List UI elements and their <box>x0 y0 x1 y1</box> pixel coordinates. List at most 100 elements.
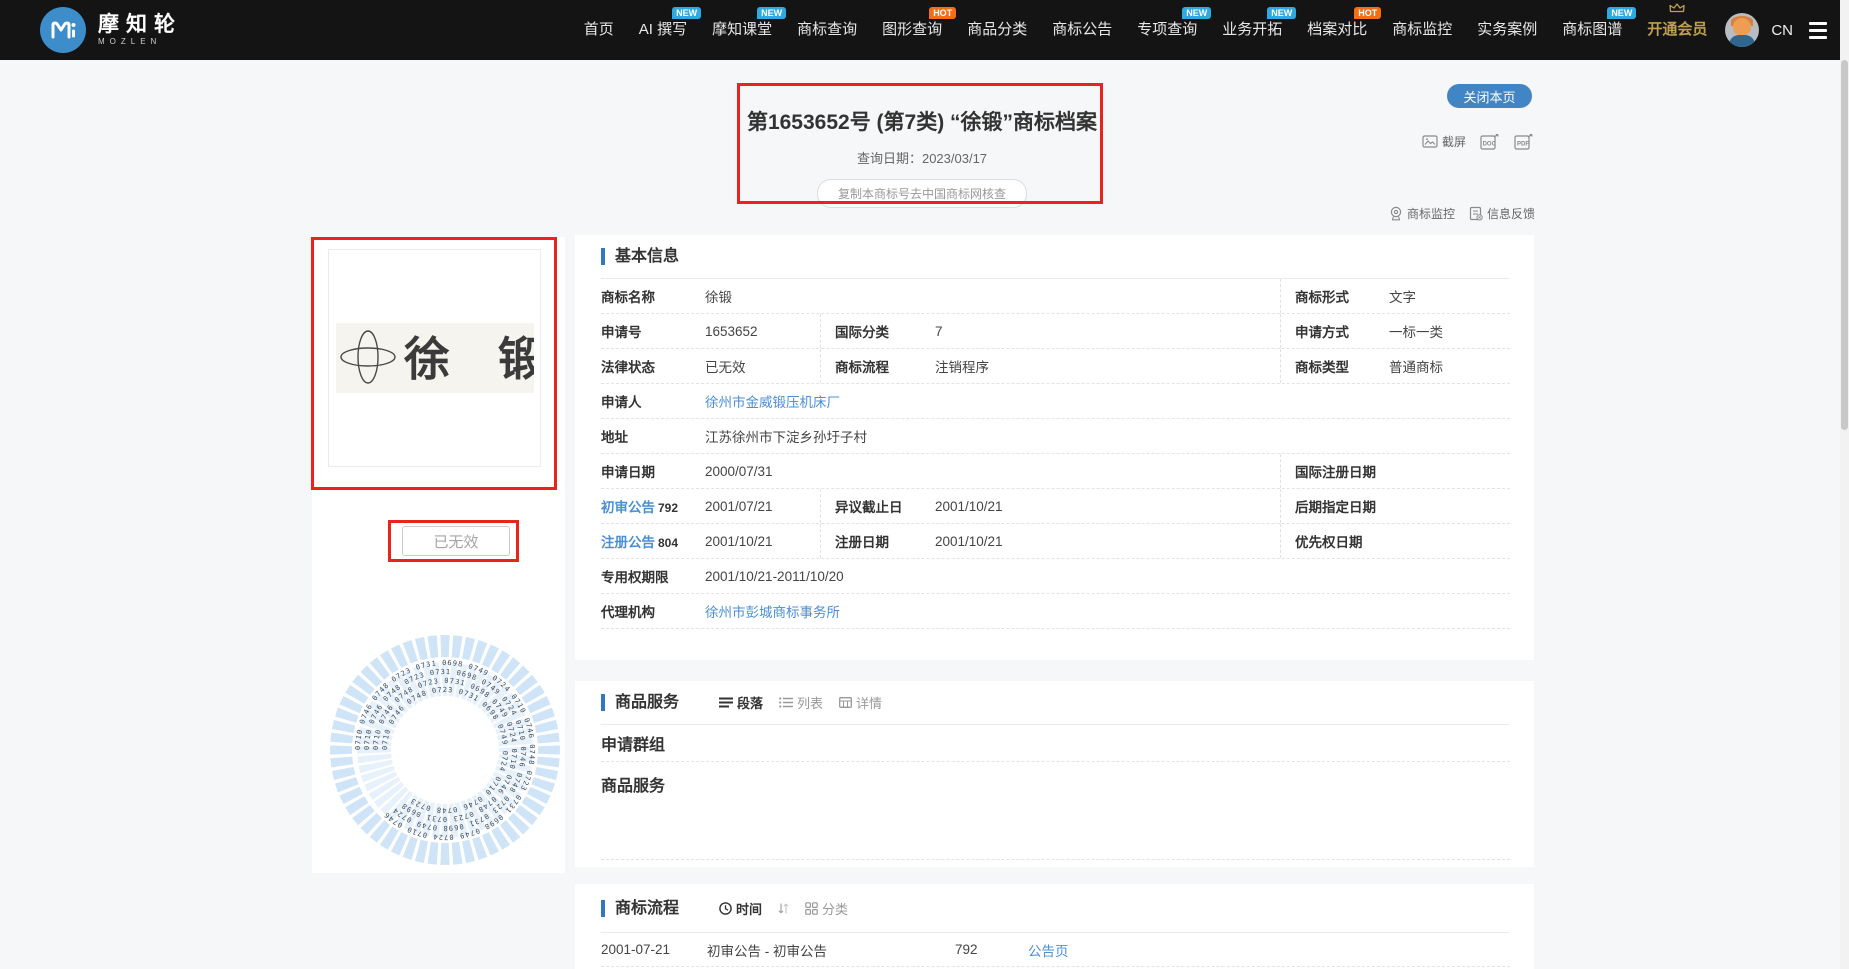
page-title: 第1653652号 (第7类) “徐锻”商标档案 <box>640 106 1204 136</box>
classification-seal-graphic: 0710 0746 0748 0723 0731 0698 0749 0724 … <box>330 635 560 865</box>
field-label: 商标流程 <box>820 349 935 383</box>
field-value: 2001/10/21 <box>705 534 820 549</box>
first-gazette-link[interactable]: 初审公告 <box>601 500 655 515</box>
trademark-visual-panel: 徐 锻 已无效 0710 0746 0748 0723 0731 0698 07… <box>312 237 565 873</box>
svg-text:PDF: PDF <box>1517 142 1529 148</box>
field-label: 商品服务 <box>601 772 665 796</box>
table-row: 商品服务 <box>601 762 1510 860</box>
nav-item-trademark-monitor[interactable]: 商标监控 <box>1392 0 1452 60</box>
nav-item-case-studies[interactable]: 实务案例 <box>1477 0 1537 60</box>
basic-info-card: 基本信息 商标名称 徐锻 商标形式 文字 申请号 1653652 国际分类 7 … <box>575 235 1534 660</box>
field-value: 徐锻 <box>705 286 1280 306</box>
view-paragraph-toggle[interactable]: 段落 <box>719 693 763 712</box>
nav-item-ai-writing[interactable]: AI 撰写NEW <box>639 0 687 60</box>
field-label: 法律状态 <box>601 356 705 376</box>
sort-arrows-icon <box>778 902 789 915</box>
user-avatar[interactable] <box>1725 13 1759 47</box>
flow-row: 2001-07-21 初审公告 - 初审公告 792 公告页 <box>601 933 1510 967</box>
flow-time-toggle[interactable]: 时间 <box>719 899 762 918</box>
brand[interactable]: 摩知轮 MOZLEN <box>40 7 182 53</box>
scrollbar-thumb[interactable] <box>1841 60 1848 430</box>
export-doc-button[interactable]: DOC <box>1480 133 1500 150</box>
field-label: 注册日期 <box>820 524 935 558</box>
field-value: 江苏徐州市下淀乡孙圩子村 <box>705 426 1510 446</box>
export-toolbar: 截屏 DOC PDF <box>1408 133 1534 150</box>
svg-text:徐 锻: 徐 锻 <box>403 332 534 386</box>
field-value: 2001/10/21 <box>935 499 1280 514</box>
nav-item-mozlen-class[interactable]: 摩知课堂NEW <box>712 0 772 60</box>
table-row: 申请人 徐州市金威锻压机床厂 <box>601 384 1510 419</box>
nav-item-trademark-gazette[interactable]: 商标公告 <box>1052 0 1112 60</box>
new-badge: NEW <box>672 7 701 19</box>
field-value: 一标一类 <box>1389 321 1510 341</box>
main-nav: 摩知轮 MOZLEN 首页 AI 撰写NEW 摩知课堂NEW 商标查询 图形查询… <box>0 0 1849 60</box>
nav-item-image-search[interactable]: 图形查询HOT <box>882 0 942 60</box>
flow-category-toggle[interactable]: 分类 <box>805 899 848 918</box>
field-value: 2001/10/21-2011/10/20 <box>705 569 1510 584</box>
flow-sort-toggle[interactable] <box>778 902 789 915</box>
export-pdf-button[interactable]: PDF <box>1514 133 1534 150</box>
field-value: 已无效 <box>705 356 820 376</box>
trademark-flow-card: 商标流程 时间 <box>575 884 1534 969</box>
page-scrollbar[interactable] <box>1840 0 1849 969</box>
nav-item-trademark-search[interactable]: 商标查询 <box>797 0 857 60</box>
basic-info-title: 基本信息 <box>601 248 679 265</box>
language-switch[interactable]: CN <box>1771 22 1793 39</box>
nav-item-special-search[interactable]: 专项查询NEW <box>1137 0 1197 60</box>
gazette-issue-number: 792 <box>658 501 678 515</box>
nav-item-archive-compare[interactable]: 档案对比HOT <box>1307 0 1367 60</box>
list-icon <box>779 697 793 708</box>
record-tools: 商标监控 信息反馈 <box>1383 205 1535 222</box>
view-list-toggle[interactable]: 列表 <box>779 693 823 712</box>
hamburger-menu-icon[interactable] <box>1809 22 1827 39</box>
nav-item-trademark-atlas[interactable]: 商标图谱NEW <box>1562 0 1622 60</box>
nav-menu: 首页 AI 撰写NEW 摩知课堂NEW 商标查询 图形查询HOT 商品分类 商标… <box>584 0 1708 60</box>
field-value: 7 <box>935 324 1280 339</box>
new-badge: NEW <box>1267 7 1296 19</box>
nav-item-business-development[interactable]: 业务开拓NEW <box>1222 0 1282 60</box>
crown-icon <box>1669 3 1685 13</box>
applicant-link[interactable]: 徐州市金威锻压机床厂 <box>705 395 840 410</box>
nav-item-vip-upgrade[interactable]: 开通会员 <box>1647 0 1707 60</box>
status-invalid-button[interactable]: 已无效 <box>402 526 510 556</box>
feedback-button[interactable]: 信息反馈 <box>1469 205 1535 222</box>
field-value: 文字 <box>1389 286 1510 306</box>
brand-name: 摩知轮 <box>98 13 182 37</box>
field-value: 1653652 <box>705 324 820 339</box>
table-icon <box>839 697 852 708</box>
table-row: 申请群组 <box>601 725 1510 762</box>
registration-gazette-link[interactable]: 注册公告 <box>601 535 655 550</box>
field-label: 异议截止日 <box>820 489 935 523</box>
hot-badge: HOT <box>929 7 956 19</box>
view-detail-toggle[interactable]: 详情 <box>839 693 882 712</box>
monitor-trademark-button[interactable]: 商标监控 <box>1389 205 1455 222</box>
new-badge: NEW <box>1607 7 1636 19</box>
field-label: 申请号 <box>601 321 705 341</box>
field-label: 商标名称 <box>601 286 705 306</box>
field-label: 代理机构 <box>601 601 705 621</box>
agency-link[interactable]: 徐州市彭城商标事务所 <box>705 605 840 620</box>
table-row: 注册公告804 2001/10/21 注册日期 2001/10/21 优先权日期 <box>601 524 1510 559</box>
nav-item-goods-classification[interactable]: 商品分类 <box>967 0 1027 60</box>
field-label: 国际注册日期 <box>1280 454 1389 488</box>
feedback-icon <box>1469 206 1483 221</box>
copy-check-button[interactable]: 复制本商标号去中国商标网核查 <box>817 179 1027 208</box>
field-label: 优先权日期 <box>1280 524 1389 558</box>
table-row: 地址 江苏徐州市下淀乡孙圩子村 <box>601 419 1510 454</box>
field-label: 后期指定日期 <box>1280 489 1389 523</box>
table-row: 申请号 1653652 国际分类 7 申请方式 一标一类 <box>601 314 1510 349</box>
hot-badge: HOT <box>1354 7 1381 19</box>
field-value: 2001/10/21 <box>935 534 1280 549</box>
mozlen-logo-icon <box>40 7 86 53</box>
flow-date: 2001-07-21 <box>601 942 707 957</box>
paragraph-icon <box>719 697 733 708</box>
query-date-line: 查询日期：2023/03/17 <box>640 148 1204 167</box>
screenshot-button[interactable]: 截屏 <box>1422 133 1466 150</box>
close-page-button[interactable]: 关闭本页 <box>1447 84 1532 108</box>
flow-event: 初审公告 - 初审公告 <box>707 940 955 960</box>
field-value: 普通商标 <box>1389 356 1510 376</box>
gazette-page-link[interactable]: 公告页 <box>1028 940 1510 960</box>
nav-item-home[interactable]: 首页 <box>584 0 614 60</box>
gazette-issue-number: 804 <box>658 536 678 550</box>
field-label: 申请日期 <box>601 461 705 481</box>
